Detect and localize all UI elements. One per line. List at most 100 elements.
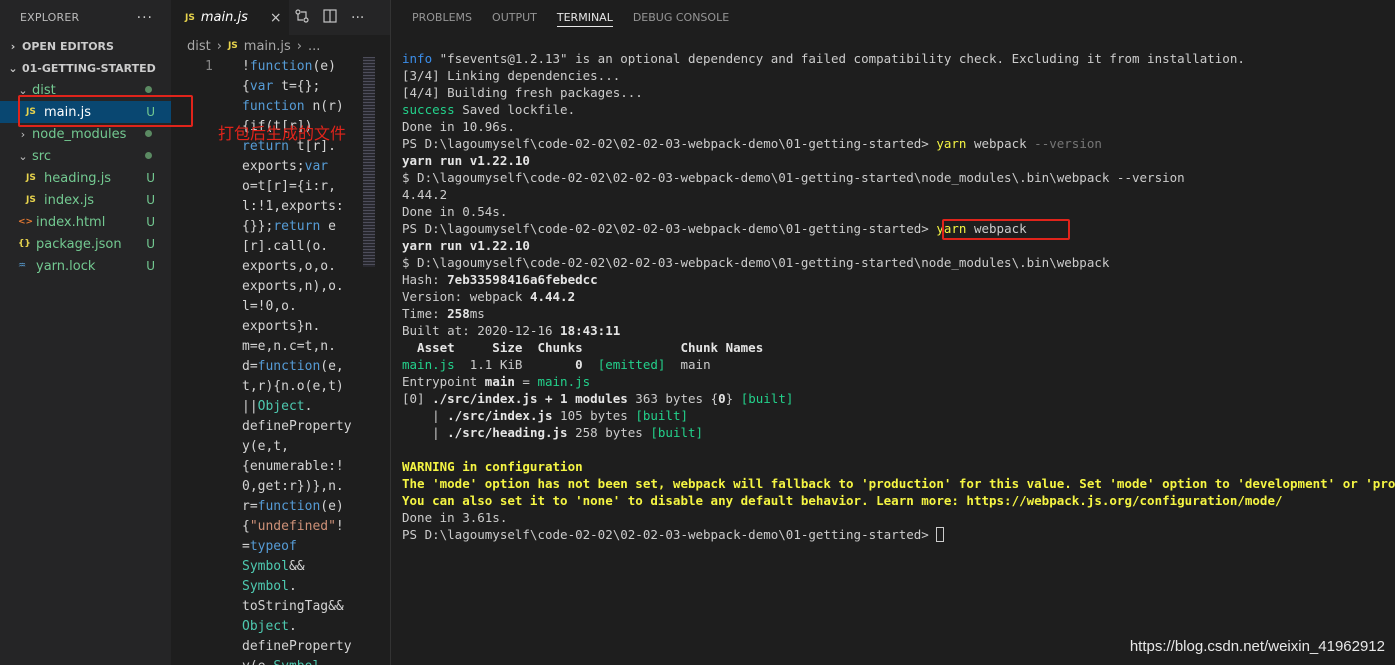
code-line: y(e,Symbol. <box>242 657 354 665</box>
terminal-line: [4/4] Building fresh packages... <box>402 85 643 100</box>
editor-actions: ··· <box>289 8 364 27</box>
tree-item-label: yarn.lock <box>36 258 96 274</box>
js-file-icon: JS <box>185 12 195 23</box>
tab-problems[interactable]: PROBLEMS <box>412 0 472 35</box>
html-file-icon: <> <box>18 217 34 227</box>
tab-output[interactable]: OUTPUT <box>492 0 537 35</box>
project-section[interactable]: ⌄ 01-GETTING-STARTED <box>0 57 171 79</box>
code-line: defineProperty <box>242 639 352 654</box>
terminal-line: Done in 10.96s. <box>402 119 515 134</box>
tree-item-label: dist <box>32 82 56 98</box>
git-status-badge: U <box>146 215 155 229</box>
code-area[interactable]: 1 !function(e) {var t={}; function n(r) {if… <box>171 57 390 665</box>
code-line: defineProperty <box>242 419 352 434</box>
editor-group: JS main.js × ··· dist › JS main.js › ...… <box>171 0 391 665</box>
terminal-line: Asset Size Chunks Chunk Names <box>402 340 764 355</box>
tab-terminal[interactable]: TERMINAL <box>556 0 613 35</box>
explorer-title: EXPLORER <box>20 11 80 24</box>
code-line: exports}n. <box>242 319 321 334</box>
git-status-badge: U <box>146 105 155 119</box>
code-line: function n(r) <box>242 99 344 114</box>
tree-item-label: package.json <box>36 236 122 252</box>
terminal-line: yarn run v1.22.10 <box>402 238 530 253</box>
panel-tabs: PROBLEMS OUTPUT TERMINAL DEBUG CONSOLE <box>392 0 1395 35</box>
code-line: 0,get:r})},n. <box>242 479 344 494</box>
explorer-header: EXPLORER ··· <box>0 0 171 35</box>
code-line: exports;var <box>242 159 329 174</box>
tab-main-js[interactable]: JS main.js × <box>171 0 289 35</box>
terminal-line: yarn run v1.22.10 <box>402 153 530 168</box>
tab-debug-console[interactable]: DEBUG CONSOLE <box>633 0 729 35</box>
code-line: l=!0,o. <box>242 299 297 314</box>
project-label: 01-GETTING-STARTED <box>22 61 156 75</box>
explorer-sidebar: EXPLORER ··· › OPEN EDITORS ⌄ 01-GETTING… <box>0 0 171 665</box>
tree-item-label: src <box>32 148 51 164</box>
terminal-line: [3/4] Linking dependencies... <box>402 68 621 83</box>
code-line: y(e,t, <box>242 439 289 454</box>
tree-item-yarn-lock[interactable]: ♒ yarn.lock U <box>0 255 171 277</box>
terminal-line: Version: webpack 4.44.2 <box>402 289 576 304</box>
code-line: {}};return e <box>242 219 336 234</box>
tree-item-index-html[interactable]: <> index.html U <box>0 211 171 233</box>
tree-item-label: heading.js <box>44 170 112 186</box>
modified-dot-icon <box>145 130 152 137</box>
code-line: {var t={}; <box>242 79 321 94</box>
code-line: ||Object. <box>242 399 313 414</box>
code-line: Symbol. <box>242 579 297 594</box>
more-actions-icon[interactable]: ··· <box>137 10 153 26</box>
terminal-line: info "fsevents@1.2.13" is an optional de… <box>402 51 1245 66</box>
json-file-icon: {} <box>18 239 31 249</box>
tree-item-label: index.html <box>36 214 106 230</box>
bottom-panel: PROBLEMS OUTPUT TERMINAL DEBUG CONSOLE i… <box>392 0 1395 665</box>
code-line: Symbol&& <box>242 559 305 574</box>
tree-item-node-modules[interactable]: › node_modules <box>0 123 171 145</box>
tree-item-label: index.js <box>44 192 95 208</box>
code-line: exports,o,o. <box>242 259 336 274</box>
js-file-icon: JS <box>26 195 36 205</box>
tree-item-label: main.js <box>44 104 91 120</box>
terminal-line: Built at: 2020-12-16 18:43:11 <box>402 323 621 338</box>
code-line: =typeof <box>242 539 297 554</box>
breadcrumb-item[interactable]: dist <box>187 39 211 54</box>
modified-dot-icon <box>145 152 152 159</box>
code-line: r=function(e) <box>242 499 344 514</box>
tree-item-heading-js[interactable]: JS heading.js U <box>0 167 171 189</box>
terminal-line: | ./src/heading.js 258 bytes [built] <box>402 425 704 440</box>
terminal-line: PS D:\lagoumyself\code-02-02\02-02-03-we… <box>402 221 1027 236</box>
terminal-line: Hash: 7eb33598416a6febedcc <box>402 272 598 287</box>
code-content[interactable]: !function(e) {var t={}; function n(r) {if(t… <box>242 57 354 665</box>
breadcrumb-item[interactable]: ... <box>308 39 320 54</box>
terminal-warning: WARNING in configuration <box>402 459 583 474</box>
tree-item-src[interactable]: ⌄ src <box>0 145 171 167</box>
close-icon[interactable]: × <box>270 10 282 26</box>
terminal-line: | ./src/index.js 105 bytes [built] <box>402 408 688 423</box>
terminal-output[interactable]: info "fsevents@1.2.13" is an optional de… <box>402 50 1395 543</box>
terminal-prompt-line[interactable]: PS D:\lagoumyself\code-02-02\02-02-03-we… <box>402 526 1395 543</box>
breadcrumb: dist › JS main.js › ... <box>171 35 390 57</box>
chevron-down-icon: ⌄ <box>18 83 28 97</box>
js-file-icon: JS <box>227 41 238 51</box>
git-compare-icon[interactable] <box>295 8 309 27</box>
breadcrumb-item[interactable]: main.js <box>244 39 291 54</box>
tree-item-main-js[interactable]: JS main.js U <box>0 101 171 123</box>
minimap[interactable] <box>363 57 375 267</box>
split-editor-icon[interactable] <box>323 8 337 27</box>
open-editors-section[interactable]: › OPEN EDITORS <box>0 35 171 57</box>
chevron-down-icon: ⌄ <box>8 61 18 75</box>
code-line: m=e,n.c=t,n. <box>242 339 336 354</box>
more-actions-icon[interactable]: ··· <box>351 10 364 26</box>
tree-item-package-json[interactable]: {} package.json U <box>0 233 171 255</box>
chevron-right-icon: › <box>216 38 222 54</box>
tree-item-dist[interactable]: ⌄ dist <box>0 79 171 101</box>
git-status-badge: U <box>146 259 155 273</box>
chevron-down-icon: ⌄ <box>18 149 28 163</box>
terminal-warning: The 'mode' option has not been set, webp… <box>402 476 1395 491</box>
tree-item-index-js[interactable]: JS index.js U <box>0 189 171 211</box>
cursor <box>936 527 945 542</box>
code-line: l:!1,exports: <box>242 199 344 214</box>
git-status-badge: U <box>146 193 155 207</box>
js-file-icon: JS <box>26 107 36 117</box>
terminal-line: 4.44.2 <box>402 187 448 202</box>
git-status-badge: U <box>146 171 155 185</box>
